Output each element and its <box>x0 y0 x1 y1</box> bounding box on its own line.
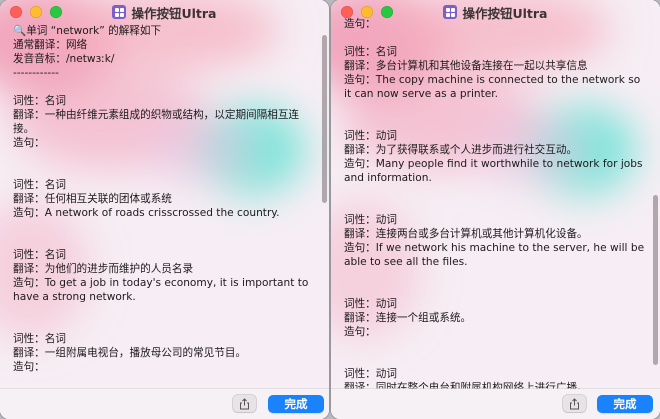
text-line <box>13 164 317 178</box>
text-line: 翻译：多台计算机和其他设备连接在一起以共享信息 <box>344 60 588 72</box>
text-line: 翻译：连接两台或多台计算机或其他计算机化设备。 <box>344 228 588 240</box>
text-line <box>13 80 317 94</box>
text-line <box>13 234 317 248</box>
text-line <box>344 339 648 353</box>
text-line <box>13 318 317 332</box>
text-line: 词性：名词 <box>344 46 397 58</box>
text-line: 🔍单词 “network” 的解释如下 <box>13 25 162 37</box>
scrollbar[interactable] <box>653 30 658 382</box>
window-title: 操作按钮Ultra <box>131 5 217 21</box>
text-line <box>344 115 648 129</box>
scrollbar[interactable] <box>322 30 327 382</box>
text-line: 通常翻译：网络 <box>13 39 88 51</box>
definition-content[interactable]: 🔍单词 “network” 的解释如下 通常翻译：网络发音音标：/netwɜːk/… <box>13 24 317 389</box>
text-line: 词性：名词 <box>13 179 66 191</box>
zoom-button[interactable] <box>50 6 62 18</box>
text-line: 造句：If we network his machine to the serv… <box>344 242 648 268</box>
app-grid-icon <box>112 5 127 19</box>
dictionary-window-left: 操作按钮Ultra 🔍单词 “network” 的解释如下 通常翻译：网络发音音标… <box>0 0 329 419</box>
text-line: 造句： <box>13 361 45 373</box>
text-line: 翻译：为了获得联系或个人进步而进行社交互动。 <box>344 144 578 156</box>
text-line <box>344 185 648 199</box>
text-line: 翻译：任何相互关联的团体或系统 <box>13 193 172 205</box>
text-line: 词性：动词 <box>344 214 397 226</box>
text-line: 造句： <box>344 326 376 338</box>
share-icon <box>570 397 579 409</box>
done-button[interactable]: 完成 <box>597 395 653 413</box>
text-line: 词性：名词 <box>13 333 66 345</box>
text-line: 翻译：连接一个组或系统。 <box>344 312 472 324</box>
text-line <box>13 304 317 318</box>
text-line: 造句：A network of roads crisscrossed the c… <box>13 207 280 219</box>
text-line: 翻译：为他们的进步而维护的人员名录 <box>13 263 194 275</box>
text-line: 词性：动词 <box>344 130 397 142</box>
definition-content[interactable]: 造句： 词性：名词翻译：多台计算机和其他设备连接在一起以共享信息造句：The co… <box>344 17 648 389</box>
text-line <box>344 353 648 367</box>
text-line: 造句：Many people find it worthwhile to net… <box>344 158 646 184</box>
footer-bar: 完成 <box>0 388 329 419</box>
text-line: ------------ <box>13 67 59 79</box>
text-line <box>344 199 648 213</box>
text-line: 词性：名词 <box>13 249 66 261</box>
text-line: 造句：To get a job in today's economy, it i… <box>13 277 312 303</box>
window-title-group: 操作按钮Ultra <box>112 3 217 22</box>
text-line: 词性：动词 <box>344 368 397 380</box>
scrollbar-thumb[interactable] <box>322 35 327 203</box>
text-line: 翻译：一组附属电视台，播放母公司的常见节目。 <box>13 347 247 359</box>
text-line <box>344 101 648 115</box>
text-line <box>344 31 648 45</box>
text-line: 造句： <box>344 18 376 30</box>
definition-text: 造句： 词性：名词翻译：多台计算机和其他设备连接在一起以共享信息造句：The co… <box>344 17 648 389</box>
definition-text: 🔍单词 “network” 的解释如下 通常翻译：网络发音音标：/netwɜːk/… <box>13 24 317 374</box>
footer-bar: 完成 <box>331 388 660 419</box>
text-line <box>13 220 317 234</box>
text-line: 发音音标：/netwɜːk/ <box>13 53 115 65</box>
text-line <box>344 269 648 283</box>
share-icon <box>240 397 249 409</box>
text-line: 翻译：一种由纤维元素组成的织物或结构，以定期间隔相互连接。 <box>13 109 300 135</box>
done-button[interactable]: 完成 <box>268 395 324 413</box>
scrollbar-thumb[interactable] <box>653 195 658 365</box>
share-button[interactable] <box>233 395 256 412</box>
dictionary-window-right: 操作按钮Ultra 造句： 词性：名词 翻译：多台计算机和其他设备连接在一起以共享信… <box>331 0 660 419</box>
share-button[interactable] <box>563 395 586 412</box>
text-line: 词性：动词 <box>344 298 397 310</box>
minimize-button[interactable] <box>30 6 42 18</box>
close-button[interactable] <box>10 6 22 18</box>
text-line <box>13 150 317 164</box>
text-line: 造句：The copy machine is connected to the … <box>344 74 644 100</box>
text-line: 造句： <box>13 137 45 149</box>
title-bar[interactable]: 操作按钮Ultra <box>0 0 329 24</box>
window-controls <box>10 6 62 18</box>
text-line: 词性：名词 <box>13 95 66 107</box>
text-line <box>344 283 648 297</box>
